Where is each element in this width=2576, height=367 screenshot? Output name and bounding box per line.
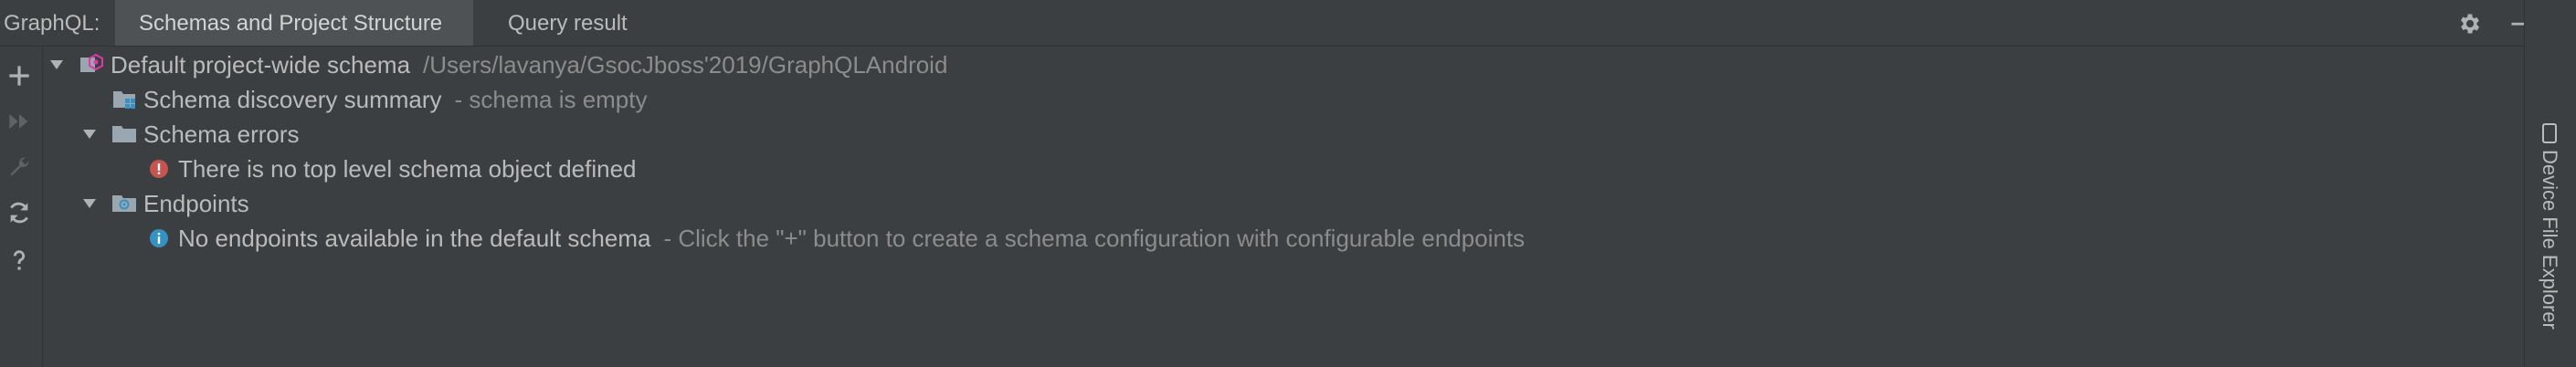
device-file-explorer-label: Device File Explorer (2539, 150, 2561, 330)
error-message: There is no top level schema object defi… (178, 154, 637, 183)
run-icon[interactable] (5, 107, 34, 136)
tree-row-schema-errors[interactable]: Schema errors (81, 118, 300, 151)
schema-errors-label: Schema errors (143, 120, 300, 148)
tree-row-root[interactable]: Default project-wide schema /Users/lavan… (48, 48, 947, 81)
device-file-explorer-button[interactable]: Device File Explorer (2538, 122, 2561, 330)
endpoints-info-message: No endpoints available in the default sc… (178, 224, 651, 252)
tree-row-endpoints-info[interactable]: No endpoints available in the default sc… (147, 222, 1525, 255)
root-schema-label: Default project-wide schema (111, 50, 411, 79)
right-tool-stripe: Device File Explorer (2524, 0, 2576, 367)
endpoints-label: Endpoints (143, 189, 249, 217)
discovery-summary-label: Schema discovery summary (143, 85, 442, 113)
folder-grid-icon (113, 91, 135, 109)
help-icon[interactable] (5, 246, 34, 275)
tab-query-result[interactable]: Query result (484, 0, 680, 46)
schema-tree: Default project-wide schema /Users/lavan… (43, 47, 2525, 367)
endpoints-info-hint: - Click the "+" button to create a schem… (663, 224, 1526, 252)
info-icon (150, 229, 168, 247)
tree-row-discovery-summary[interactable]: Schema discovery summary - schema is emp… (111, 83, 648, 116)
chevron-down-icon[interactable] (81, 126, 98, 142)
discovery-summary-hint: - schema is empty (454, 85, 648, 113)
refresh-icon[interactable] (5, 198, 34, 227)
left-toolbar (0, 47, 43, 367)
add-icon[interactable] (5, 61, 34, 90)
gear-icon[interactable] (2457, 11, 2483, 37)
wrench-icon[interactable] (5, 152, 34, 182)
folder-icon (112, 126, 136, 142)
device-icon (2542, 123, 2557, 143)
chevron-down-icon[interactable] (48, 57, 65, 73)
endpoints-folder-icon (112, 195, 136, 212)
tool-window-header: GraphQL: Schemas and Project Structure Q… (0, 0, 2531, 47)
tree-row-endpoints[interactable]: Endpoints (81, 187, 249, 220)
graphql-schema-icon (80, 53, 103, 72)
tree-row-error-item[interactable]: There is no top level schema object defi… (147, 152, 637, 185)
tool-window-title: GraphQL: (4, 11, 100, 36)
error-icon (150, 160, 168, 178)
root-schema-path: /Users/lavanya/GsocJboss'2019/GraphQLAnd… (423, 50, 948, 79)
chevron-down-icon[interactable] (81, 195, 98, 212)
tab-schemas-project-structure[interactable]: Schemas and Project Structure (115, 0, 473, 46)
